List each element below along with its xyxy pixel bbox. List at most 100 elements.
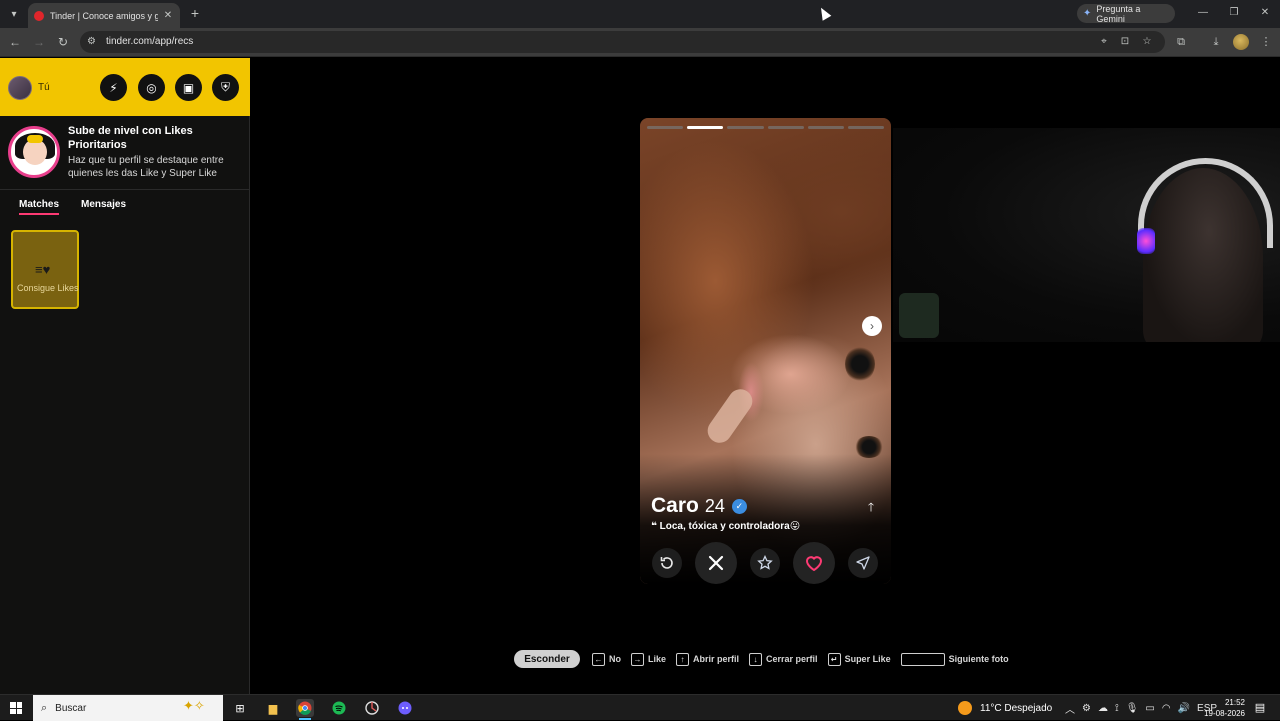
profile-name: Caro xyxy=(651,494,699,517)
promo-avatar xyxy=(8,126,60,178)
super-like-star-icon xyxy=(757,555,773,570)
boost-bolt-icon[interactable]: ⚡ xyxy=(100,74,127,101)
next-photo-chevron-icon[interactable]: › xyxy=(862,316,882,336)
clock-date: 19-08-2026 xyxy=(1204,709,1245,718)
keyboard-shortcuts-bar: Esconder ← No → Like ↑ Abrir perfil ↓ Cerrar… xyxy=(514,650,1019,668)
file-explorer-icon[interactable]: ▆ xyxy=(264,699,282,717)
user-avatar[interactable] xyxy=(8,76,32,100)
explore-compass-icon[interactable]: ◎ xyxy=(138,74,165,101)
tinder-sidebar: Tú ⚡ ◎ ▣ ⛨ Sube de nivel con Likes Prior… xyxy=(0,58,250,694)
photo-progress-segment[interactable] xyxy=(807,126,844,129)
bookmark-star-icon[interactable]: ☆ xyxy=(1140,35,1154,49)
photo-progress-segment[interactable] xyxy=(727,126,764,129)
microphone-icon[interactable]: 🎙 xyxy=(1126,703,1139,714)
search-icon: ⌕ xyxy=(41,701,48,714)
reload-icon[interactable]: ↻ xyxy=(55,34,71,50)
shortcut-super-like-label: Super Like xyxy=(844,654,891,664)
discord-icon[interactable] xyxy=(396,699,414,717)
safety-shield-icon[interactable]: ⛨ xyxy=(212,74,239,101)
shortcut-close-profile: ↓ Cerrar perfil xyxy=(749,652,818,666)
photo-progress-segment[interactable] xyxy=(687,126,724,129)
send-plane-icon xyxy=(856,556,870,570)
tab-matches[interactable]: Matches xyxy=(19,199,60,215)
spotify-icon[interactable] xyxy=(330,699,348,717)
app-icon[interactable] xyxy=(363,699,381,717)
weather-widget[interactable]: 11°C Despejado xyxy=(958,701,1052,715)
like-button[interactable] xyxy=(793,542,835,584)
open-profile-arrow-icon[interactable]: 🡑 xyxy=(864,500,878,514)
maximize-icon[interactable]: ❐ xyxy=(1226,6,1242,20)
left-key-icon: ← xyxy=(592,652,605,666)
photo-progress-segment[interactable] xyxy=(847,126,885,129)
ask-gemini-button[interactable]: ✦ Pregunta a Gemini xyxy=(1077,4,1175,24)
window-close-icon[interactable]: ✕ xyxy=(1257,6,1273,20)
likes-heart-icon: ≡♥ xyxy=(35,262,51,277)
profile-bio-text: Loca, tóxica y controladora😛 xyxy=(659,521,801,532)
location-pin-icon[interactable]: ⌖ xyxy=(1097,35,1111,49)
notifications-icon[interactable]: ▤ xyxy=(1253,701,1267,715)
app-logo xyxy=(365,701,379,715)
photo-progress-bar xyxy=(647,126,885,129)
windows-start-icon[interactable] xyxy=(10,702,22,714)
sidebar-header: Tú ⚡ ◎ ▣ ⛨ xyxy=(0,58,250,116)
promo-description: Haz que tu perfil se destaque entre quie… xyxy=(68,155,224,179)
onedrive-cloud-icon[interactable]: ☁ xyxy=(1098,703,1108,714)
browser-menu-icon[interactable]: ⋮ xyxy=(1259,35,1273,49)
rewind-button[interactable] xyxy=(652,548,682,578)
network-icon[interactable]: ⟟ xyxy=(1115,703,1119,714)
forward-arrow-icon[interactable]: → xyxy=(31,34,47,50)
taskbar-clock[interactable]: 21:52 19-08-2026 xyxy=(1197,697,1245,719)
browser-tab-strip: ▾ Tinder | Conoce amigos y gente ✕ + ✦ P… xyxy=(0,0,1280,28)
profile-age: 24 xyxy=(704,496,725,516)
get-likes-card[interactable]: ≡♥ Consigue Likes xyxy=(11,230,79,309)
user-label[interactable]: Tú xyxy=(38,82,50,93)
profile-name-row: Caro 24 ✓ xyxy=(651,494,747,518)
boost-send-button[interactable] xyxy=(848,548,878,578)
site-info-icon[interactable]: ⚙ xyxy=(87,35,99,49)
extensions-icon[interactable]: ⧉ xyxy=(1174,35,1188,49)
tab-search-chevron-icon[interactable]: ▾ xyxy=(5,5,23,23)
spotify-logo xyxy=(332,701,346,715)
volume-icon[interactable]: 🔊 xyxy=(1178,703,1190,714)
photo-progress-segment[interactable] xyxy=(647,126,684,129)
down-key-icon: ↓ xyxy=(749,652,763,666)
address-bar[interactable]: ⚙ tinder.com/app/recs ⌖ ⊡ ☆ xyxy=(80,31,1165,53)
chrome-icon[interactable] xyxy=(296,699,314,717)
shortcut-next-photo-label: Siguiente foto xyxy=(948,654,1009,664)
right-key-icon: → xyxy=(631,652,644,666)
taskbar-search-box[interactable]: ⌕ Buscar ✦✧ xyxy=(33,695,223,721)
photo-progress-segment[interactable] xyxy=(767,126,804,129)
task-view-icon[interactable]: ⊞ xyxy=(231,699,249,717)
hide-shortcuts-button[interactable]: Esconder xyxy=(514,650,580,668)
nope-button[interactable] xyxy=(695,542,737,584)
back-arrow-icon[interactable]: ← xyxy=(7,34,23,50)
briefcase-icon[interactable]: ▣ xyxy=(175,74,202,101)
install-app-icon[interactable]: ⊡ xyxy=(1118,35,1132,49)
super-like-button[interactable] xyxy=(750,548,780,578)
minimize-icon[interactable]: — xyxy=(1195,6,1211,20)
windows-taskbar: ⌕ Buscar ✦✧ ⊞ ▆ 11°C Despejado ︿ ⚙ ☁ ⟟ 🎙… xyxy=(0,694,1280,721)
wifi-icon[interactable]: ◠ xyxy=(1162,703,1171,714)
space-key-icon xyxy=(900,652,945,666)
tab-close-icon[interactable]: ✕ xyxy=(162,10,174,21)
downloads-icon[interactable]: ⤓ xyxy=(1209,35,1223,49)
shortcut-like-label: Like xyxy=(648,654,667,664)
browser-profile-avatar[interactable] xyxy=(1233,34,1249,50)
tray-app-icon[interactable]: ⚙ xyxy=(1082,703,1091,714)
shortcut-open-profile-label: Abrir perfil xyxy=(693,654,740,664)
priority-likes-promo[interactable]: Sube de nivel con Likes Prioritarios Haz… xyxy=(0,116,250,190)
quote-icon: ❝ xyxy=(651,521,657,532)
shortcut-no: ← No xyxy=(592,652,621,666)
profile-card[interactable]: › Caro 24 ✓ 🡑 ❝ Loca, tóxica y controlad… xyxy=(640,118,891,584)
monitor-icon[interactable]: ▭ xyxy=(1145,703,1154,714)
browser-tab-tinder[interactable]: Tinder | Conoce amigos y gente ✕ xyxy=(28,3,180,28)
gemini-sparkle-icon: ✦ xyxy=(1083,8,1092,19)
tab-title: Tinder | Conoce amigos y gente xyxy=(50,10,158,21)
discord-logo xyxy=(398,701,412,715)
search-highlight-icon: ✦✧ xyxy=(183,698,205,713)
tray-chevron-icon[interactable]: ︿ xyxy=(1065,701,1075,716)
tab-messages[interactable]: Mensajes xyxy=(81,199,126,210)
new-tab-plus-icon[interactable]: + xyxy=(188,6,202,20)
taskbar-search-placeholder: Buscar xyxy=(55,702,87,714)
weather-sun-icon xyxy=(958,701,972,715)
